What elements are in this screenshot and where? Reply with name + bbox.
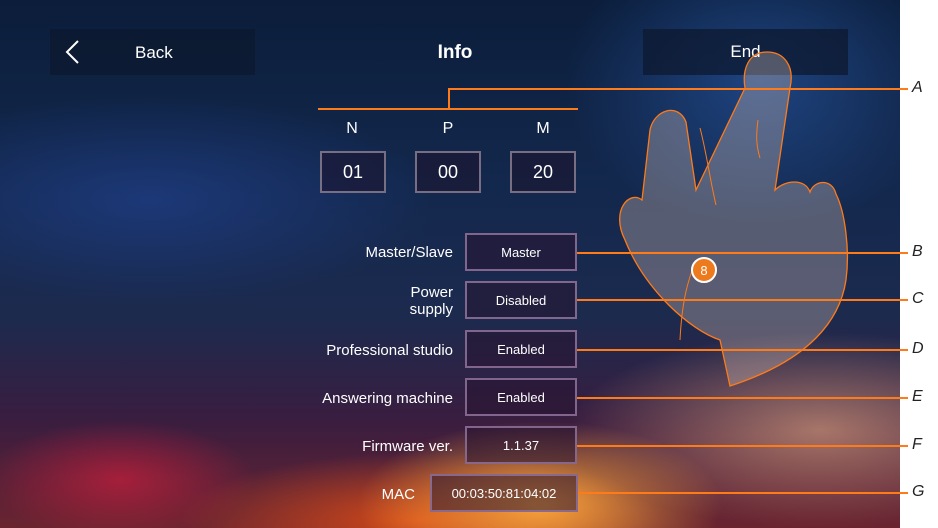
callout-line-a <box>450 88 908 90</box>
field-n[interactable]: 01 <box>320 151 386 193</box>
npm-divider <box>318 108 578 110</box>
step-badge: 8 <box>691 257 717 283</box>
chevron-left-icon <box>65 40 79 64</box>
page-title: Info <box>437 42 473 63</box>
field-p[interactable]: 00 <box>415 151 481 193</box>
back-label: Back <box>135 43 173 62</box>
callout-d: D <box>912 340 924 357</box>
field-m[interactable]: 20 <box>510 151 576 193</box>
callout-g: G <box>912 483 925 500</box>
callout-line-d <box>577 349 908 351</box>
callout-f: F <box>912 436 922 453</box>
callout-line-c <box>577 299 908 301</box>
label-n: N <box>346 120 358 137</box>
callout-b: B <box>912 243 923 260</box>
master-slave-value: Master <box>465 233 577 271</box>
label-p: P <box>442 120 454 137</box>
mac-label: MAC <box>381 486 415 503</box>
power-supply-label-line1: Power <box>410 284 453 301</box>
callout-a: A <box>912 79 923 96</box>
professional-studio-value: Enabled <box>465 330 577 368</box>
callout-line-e <box>577 397 908 399</box>
answering-machine-label: Answering machine <box>322 390 453 407</box>
callout-line-f <box>577 445 908 447</box>
label-m: M <box>536 120 550 137</box>
callout-c: C <box>912 290 924 307</box>
callout-e: E <box>912 388 923 405</box>
master-slave-label: Master/Slave <box>365 244 453 261</box>
mac-value: 00:03:50:81:04:02 <box>430 474 578 512</box>
npm-callout-tick <box>448 88 450 109</box>
hand-illustration <box>619 51 849 387</box>
device-screen: Back Info End N P M 01 00 20 Master/Slav… <box>0 0 900 528</box>
professional-studio-label: Professional studio <box>326 342 453 359</box>
power-supply-label-line2: supply <box>409 301 453 318</box>
firmware-value: 1.1.37 <box>465 426 577 464</box>
power-supply-label: Power supply <box>410 284 453 318</box>
firmware-label: Firmware ver. <box>362 438 453 455</box>
power-supply-value: Disabled <box>465 281 577 319</box>
callout-line-b <box>577 252 908 254</box>
answering-machine-value: Enabled <box>465 378 577 416</box>
callout-line-g <box>578 492 908 494</box>
